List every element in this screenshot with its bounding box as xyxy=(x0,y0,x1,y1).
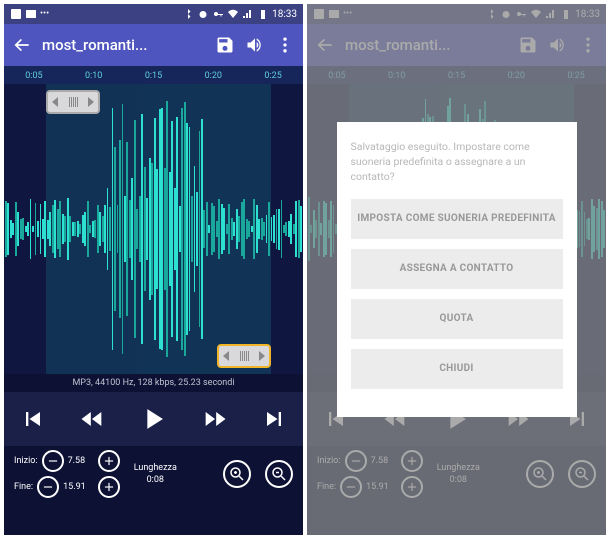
trim-handle-end[interactable] xyxy=(217,344,271,368)
alarm-icon xyxy=(197,8,209,20)
key-icon xyxy=(212,8,224,20)
status-time: 18:33 xyxy=(272,9,297,20)
signal-icon xyxy=(242,8,254,20)
fine-value: 15.91 xyxy=(63,482,86,492)
inizio-label: Inizio: xyxy=(14,456,38,466)
play-icon[interactable] xyxy=(136,402,170,436)
overflow-icon[interactable] xyxy=(275,35,295,55)
zoom-out-button[interactable] xyxy=(265,460,293,488)
modal-backdrop[interactable]: Salvataggio eseguito. Impostare come suo… xyxy=(307,4,606,535)
screen-dialog: ••• 18:33 most_romanti... 0:05 0:10 0:15… xyxy=(307,4,606,535)
inizio-value: 7.58 xyxy=(68,456,86,466)
skip-prev-icon[interactable] xyxy=(19,405,47,433)
wifi-icon xyxy=(227,8,239,20)
save-icon[interactable] xyxy=(215,35,235,55)
fine-label: Fine: xyxy=(14,482,33,492)
trim-handle-start[interactable] xyxy=(46,90,100,114)
zoom-in-button[interactable] xyxy=(223,460,251,488)
back-icon[interactable] xyxy=(12,35,32,55)
share-button[interactable]: QUOTA xyxy=(351,299,563,339)
save-dialog: Salvataggio eseguito. Impostare come suo… xyxy=(337,122,577,416)
player-controls xyxy=(4,392,303,446)
app-bar: most_romanti... xyxy=(4,24,303,66)
facebook-icon xyxy=(10,8,22,20)
skip-next-icon[interactable] xyxy=(260,405,288,433)
app-title: most_romanti... xyxy=(42,36,205,54)
inizio-minus-button[interactable] xyxy=(42,450,64,472)
bottom-controls: Inizio: 7.58 Fine: 15.91 Lunghezza 0:08 xyxy=(4,446,303,502)
volume-icon[interactable] xyxy=(245,35,265,55)
dialog-message: Salvataggio eseguito. Impostare come suo… xyxy=(351,140,563,184)
gallery-icon xyxy=(25,8,37,20)
fine-plus-button[interactable] xyxy=(98,476,120,498)
more-icon: ••• xyxy=(40,9,49,19)
battery-icon xyxy=(257,8,269,20)
set-default-ringtone-button[interactable]: IMPOSTA COME SUONERIA PREDEFINITA xyxy=(351,199,563,239)
screen-editor: ••• 18:33 most_romanti... 0:05 0:10 0:15… xyxy=(4,4,303,535)
lunghezza-value: 0:08 xyxy=(147,475,164,485)
assign-contact-button[interactable]: ASSEGNA A CONTATTO xyxy=(351,249,563,289)
time-axis: 0:05 0:10 0:15 0:20 0:25 xyxy=(4,66,303,84)
lunghezza-label: Lunghezza xyxy=(134,463,177,473)
rewind-icon[interactable] xyxy=(78,405,106,433)
close-button[interactable]: CHIUDI xyxy=(351,349,563,389)
bluetooth-icon xyxy=(182,8,194,20)
inizio-plus-button[interactable] xyxy=(98,450,120,472)
waveform-view[interactable] xyxy=(4,84,303,374)
forward-icon[interactable] xyxy=(201,405,229,433)
file-info: MP3, 44100 Hz, 128 kbps, 25.23 secondi xyxy=(4,374,303,392)
fine-minus-button[interactable] xyxy=(37,476,59,498)
status-bar: ••• 18:33 xyxy=(4,4,303,24)
